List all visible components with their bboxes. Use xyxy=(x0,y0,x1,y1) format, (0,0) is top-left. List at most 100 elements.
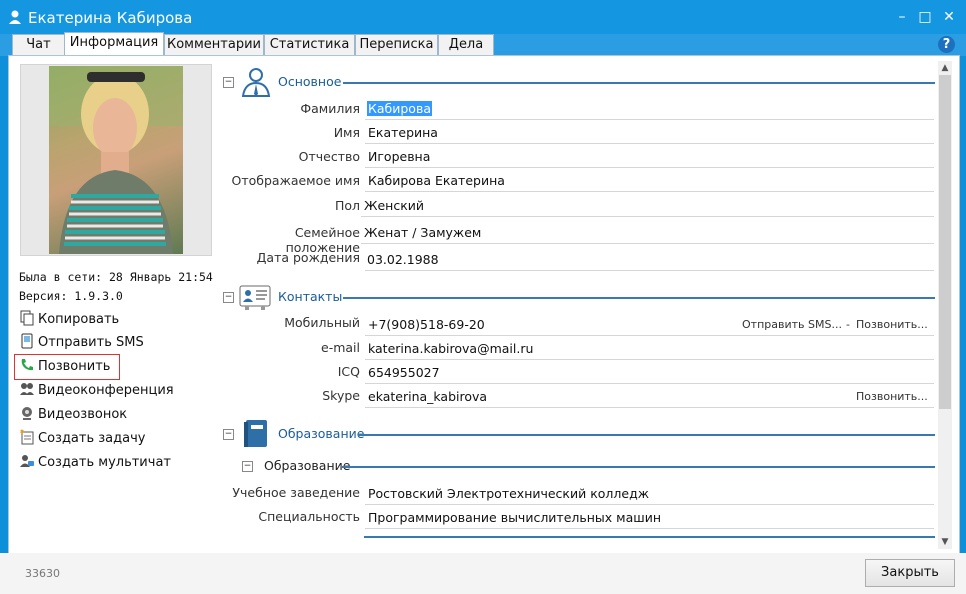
field-value-icq[interactable]: 654955027 xyxy=(368,365,440,380)
tab-statistics[interactable]: Статистика xyxy=(264,34,355,55)
collapse-toggle[interactable]: − xyxy=(223,292,234,303)
field-label-name: Имя xyxy=(333,125,360,140)
subsection-education-header: − Образование xyxy=(242,456,935,478)
collapse-toggle[interactable]: − xyxy=(223,77,234,88)
minimize-button[interactable]: – xyxy=(893,8,911,26)
section-divider xyxy=(343,297,935,299)
tab-correspondence[interactable]: Переписка xyxy=(355,34,438,55)
video-call-label: Видеозвонок xyxy=(38,407,128,422)
footer-bar: 33630 Закрыть xyxy=(0,553,966,594)
section-contacts-title: Контакты xyxy=(278,289,343,304)
field-underline xyxy=(365,167,934,168)
field-value-display-name[interactable]: Кабирова Екатерина xyxy=(368,173,505,188)
video-conference-icon xyxy=(20,383,34,395)
copy-action[interactable]: Копировать xyxy=(19,310,119,330)
field-label-mobile: Мобильный xyxy=(284,315,360,330)
field-underline xyxy=(365,119,934,120)
field-label-specialty: Специальность xyxy=(258,509,360,524)
person-icon xyxy=(241,68,271,97)
field-underline xyxy=(361,243,934,244)
field-value-email[interactable]: katerina.kabirova@mail.ru xyxy=(368,341,533,356)
send-sms-link[interactable]: Отправить SMS... xyxy=(742,318,842,331)
field-underline xyxy=(365,504,934,505)
section-divider xyxy=(343,82,935,84)
field-label-surname: Фамилия xyxy=(300,101,360,116)
collapse-toggle[interactable]: − xyxy=(242,461,253,472)
field-underline xyxy=(365,407,934,408)
field-underline xyxy=(365,383,934,384)
field-value-mobile[interactable]: +7(908)518-69-20 xyxy=(368,317,485,332)
title-bar: Екатерина Кабирова – □ ✕ xyxy=(0,0,966,34)
call-mobile-link[interactable]: Позвонить... xyxy=(856,318,928,331)
video-conference-label: Видеоконференция xyxy=(38,383,174,398)
field-value-name[interactable]: Екатерина xyxy=(368,125,438,140)
field-underline xyxy=(365,528,934,529)
vertical-scrollbar[interactable]: ▲ ▼ xyxy=(938,61,952,549)
call-label: Позвонить xyxy=(38,359,111,374)
field-label-patronymic: Отчество xyxy=(298,149,360,164)
field-value-marital[interactable]: Женат / Замужем xyxy=(364,225,481,240)
create-task-action[interactable]: Создать задачу xyxy=(19,429,145,449)
send-sms-action[interactable]: Отправить SMS xyxy=(19,333,144,353)
help-icon[interactable]: ? xyxy=(938,36,955,53)
call-skype-link[interactable]: Позвонить... xyxy=(856,390,928,403)
sms-icon xyxy=(21,333,33,349)
field-underline xyxy=(365,143,934,144)
section-divider xyxy=(358,434,935,436)
tab-tasks[interactable]: Дела xyxy=(438,34,494,55)
field-label-institution: Учебное заведение xyxy=(232,485,360,500)
field-underline xyxy=(361,216,934,217)
create-task-label: Создать задачу xyxy=(38,431,146,446)
collapse-toggle[interactable]: − xyxy=(223,429,234,440)
close-window-button[interactable]: ✕ xyxy=(940,8,958,26)
field-underline xyxy=(365,191,934,192)
tab-chat[interactable]: Чат xyxy=(12,34,65,55)
create-multichat-action[interactable]: Создать мультичат xyxy=(19,453,171,473)
window-title: Екатерина Кабирова xyxy=(28,9,193,27)
field-label-display-name: Отображаемое имя xyxy=(231,173,361,188)
section-divider xyxy=(364,536,935,538)
link-separator: - xyxy=(846,318,850,331)
field-value-institution[interactable]: Ростовский Электротехнический колледж xyxy=(368,486,649,501)
call-action[interactable]: Позвонить xyxy=(19,357,110,377)
field-value-gender[interactable]: Женский xyxy=(364,198,424,213)
surname-value: Кабирова xyxy=(367,101,432,116)
tab-info[interactable]: Информация xyxy=(64,32,164,55)
tab-comments[interactable]: Комментарии xyxy=(164,34,264,55)
field-label-icq: ICQ xyxy=(337,364,360,379)
field-value-skype[interactable]: ekaterina_kabirova xyxy=(368,389,487,404)
subsection-education-title: Образование xyxy=(264,458,351,473)
section-basic-title: Основное xyxy=(278,74,342,89)
profile-photo xyxy=(49,66,183,254)
field-value-patronymic[interactable]: Игоревна xyxy=(368,149,430,164)
send-sms-label: Отправить SMS xyxy=(38,335,144,350)
video-call-action[interactable]: Видеозвонок xyxy=(19,405,127,425)
field-label-birthdate: Дата рождения xyxy=(256,250,360,265)
maximize-button[interactable]: □ xyxy=(916,8,934,26)
task-icon xyxy=(20,429,34,445)
field-value-surname[interactable]: Кабирова xyxy=(367,101,432,116)
copy-icon xyxy=(20,310,34,326)
section-education-title: Образование xyxy=(278,426,365,441)
field-label-gender: Пол xyxy=(334,198,360,213)
scrollbar-thumb[interactable] xyxy=(939,75,951,409)
close-button[interactable]: Закрыть xyxy=(865,559,955,587)
scroll-up-arrow-icon[interactable]: ▲ xyxy=(938,61,952,75)
info-panel: Была в сети: 28 Январь 21:54 Версия: 1.9… xyxy=(8,55,960,554)
section-education-header: − Образование xyxy=(223,420,935,447)
video-conference-action[interactable]: Видеоконференция xyxy=(19,381,174,401)
field-label-email: e-mail xyxy=(321,340,360,355)
field-value-specialty[interactable]: Программирование вычислительных машин xyxy=(368,510,661,525)
avatar xyxy=(20,64,212,256)
contact-card-icon xyxy=(239,285,271,310)
section-contacts-header: − Контакты xyxy=(223,285,935,310)
section-basic-header: − Основное xyxy=(223,68,935,97)
scroll-down-arrow-icon[interactable]: ▼ xyxy=(938,535,952,549)
field-underline xyxy=(365,359,934,360)
field-value-birthdate[interactable]: 03.02.1988 xyxy=(367,252,439,267)
multichat-icon xyxy=(20,455,34,467)
field-label-skype: Skype xyxy=(322,388,360,403)
user-icon xyxy=(9,10,21,24)
webcam-icon xyxy=(22,407,32,420)
field-underline xyxy=(365,270,934,271)
